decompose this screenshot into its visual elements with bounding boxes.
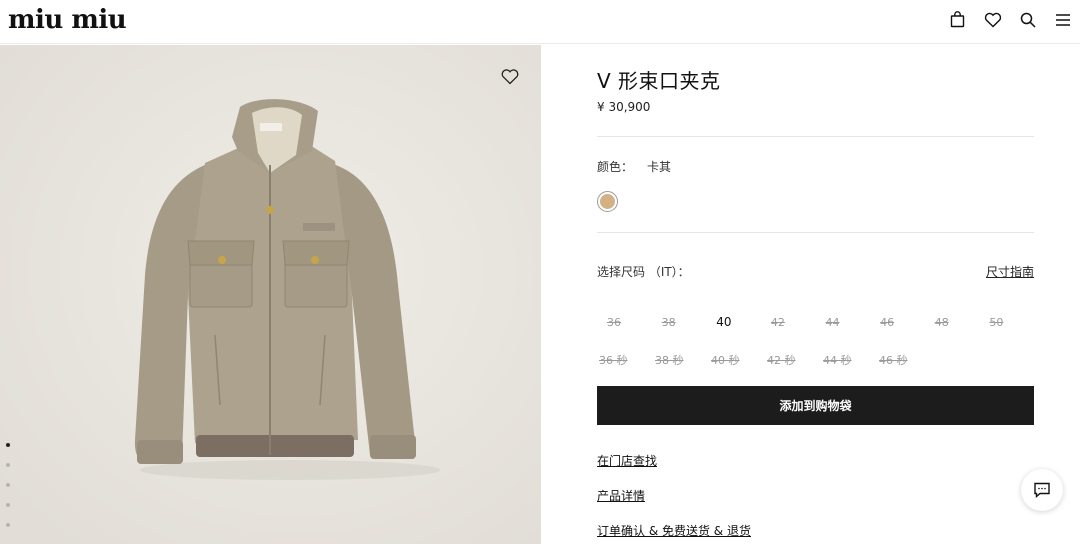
product-image-gallery[interactable] [0,45,541,544]
size-option[interactable]: 46 秒 [877,352,933,368]
color-row: 颜色： 卡其 [597,158,671,175]
size-guide-link[interactable]: 尺寸指南 [986,263,1034,280]
product-details-link[interactable]: 产品详情 [597,487,645,504]
size-row: 36 秒 38 秒 40 秒 42 秒 44 秒 46 秒 [597,341,1034,379]
jacket-image [0,45,541,544]
product-price: ¥ 30,900 [597,100,651,114]
gallery-dot[interactable] [6,503,10,507]
size-option[interactable]: 42 秒 [765,352,821,368]
size-option[interactable]: 46 [870,316,925,329]
size-option[interactable]: 40 秒 [709,352,765,368]
menu-icon[interactable] [1053,10,1072,29]
color-label: 颜色： [597,160,634,174]
gallery-dot[interactable] [6,463,10,467]
size-option[interactable]: 50 [979,316,1034,329]
divider [597,136,1034,137]
add-to-bag-button[interactable]: 添加到购物袋 [597,386,1034,425]
chat-button[interactable] [1021,469,1063,511]
divider [597,232,1034,233]
shipping-returns-link[interactable]: 订单确认 & 免费送货 & 退货 [597,522,751,539]
add-to-wishlist-icon[interactable] [500,67,520,87]
size-option[interactable]: 44 秒 [821,352,877,368]
gallery-dot[interactable] [6,523,10,527]
swatch-fill [600,194,615,209]
size-option[interactable]: 36 [597,316,652,329]
size-label: 选择尺码 （IT）： [597,265,690,279]
site-header: miu miu [0,0,1080,44]
size-row: 36 38 40 42 44 46 48 50 [597,303,1034,341]
bag-icon[interactable] [948,10,967,29]
size-option[interactable]: 44 [816,316,871,329]
size-option[interactable]: 38 [652,316,707,329]
color-swatch-khaki[interactable] [597,191,618,212]
size-selector: 36 38 40 42 44 46 48 50 36 秒 38 秒 40 秒 4… [597,303,1034,379]
heart-icon[interactable] [983,10,1002,29]
color-value: 卡其 [647,160,672,174]
find-in-store-link[interactable]: 在门店查找 [597,452,657,469]
chat-icon [1034,482,1050,499]
size-option[interactable]: 38 秒 [653,352,709,368]
product-title: V 形束口夹克 [597,69,721,93]
gallery-dot[interactable] [6,443,10,447]
size-option[interactable]: 48 [925,316,980,329]
size-option[interactable]: 36 秒 [597,352,653,368]
header-actions [948,10,1072,29]
size-option[interactable]: 42 [761,316,816,329]
gallery-pagination [6,443,10,527]
brand-logo[interactable]: miu miu [8,6,127,34]
size-option[interactable]: 40 [706,315,761,329]
search-icon[interactable] [1018,10,1037,29]
gallery-dot[interactable] [6,483,10,487]
